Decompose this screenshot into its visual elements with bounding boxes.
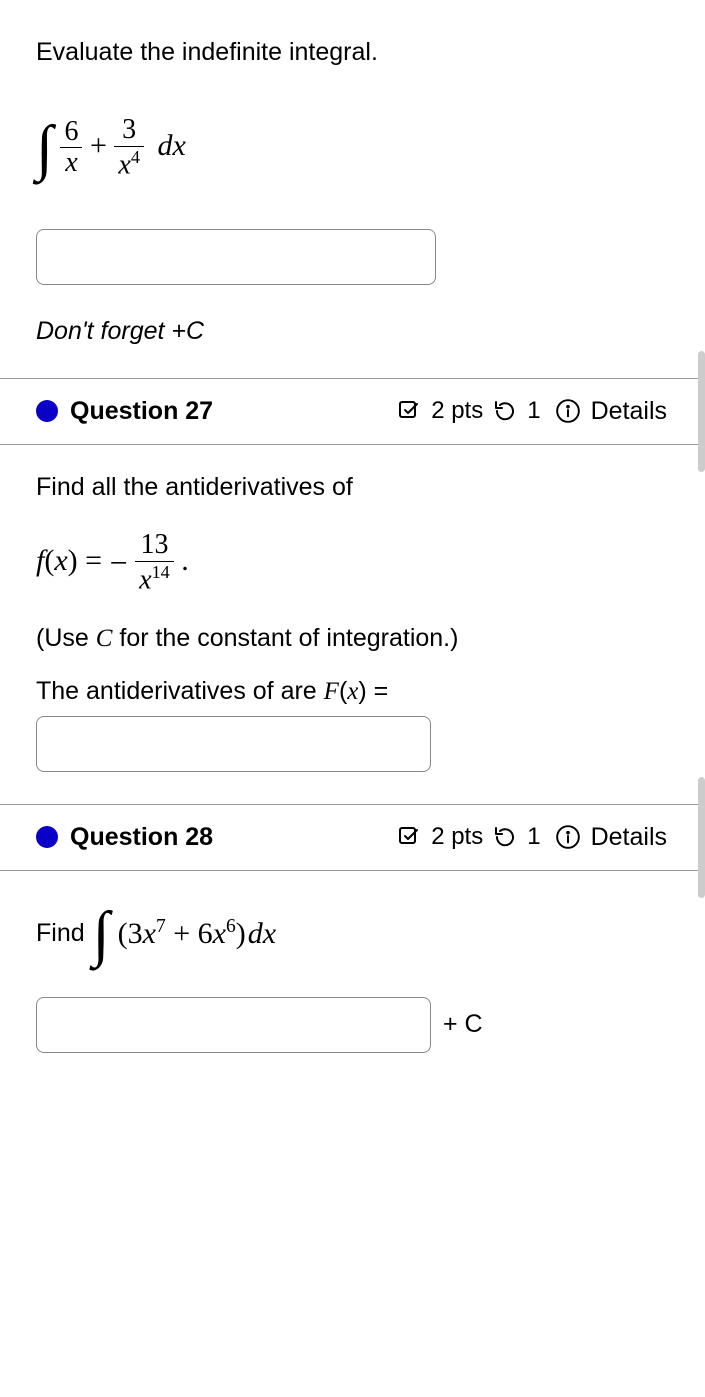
q28-answer-row: + C [36,997,669,1053]
status-dot-icon [36,400,58,422]
header-left: Question 28 [36,823,213,852]
info-icon[interactable] [555,398,581,424]
status-dot-icon [36,826,58,848]
q27-prompt: Find all the antiderivatives of [36,473,669,502]
fraction-3-over-x4: 3 x4 [114,115,144,181]
header-right: 2 pts 1 Details [397,823,683,852]
plus-c-suffix: + C [443,1010,483,1039]
retry-icon [493,399,517,423]
details-link[interactable]: Details [591,823,667,852]
q27-use-c-note: (Use C for the constant of integration.) [36,624,669,653]
period: . [181,544,189,577]
fraction-13-over-x14: 13 x14 [135,530,174,596]
header-right: 2 pts 1 Details [397,397,683,426]
details-link[interactable]: Details [591,397,667,426]
question-28-body: Find ∫ (3x7 + 6x6)dx + C [0,871,705,1085]
header-left: Question 27 [36,397,213,426]
numerator: 6 [60,117,82,149]
points-label: 2 pts [431,823,483,851]
q27-fx-expression: f(x) = − 13 x14 . [36,530,669,596]
numerator: 13 [135,530,174,562]
denominator: x [60,148,82,179]
integrand: (3x7 + 6x6)dx [118,916,276,951]
q27-answer-input[interactable] [36,716,431,772]
attempts-label: 1 [527,397,540,425]
q27-answer-label: The antiderivatives of are F(x) = [36,677,669,706]
question-28-header: Question 28 2 pts 1 Details [0,804,705,871]
question-26-body: Evaluate the indefinite integral. ∫ 6 x … [0,0,705,378]
question-27-header: Question 27 2 pts 1 Details [0,378,705,445]
denominator: x14 [135,562,174,596]
find-label: Find [36,919,85,948]
q26-answer-input[interactable] [36,229,436,285]
plus-symbol: + [90,129,114,162]
info-icon[interactable] [555,824,581,850]
numerator: 3 [114,115,144,147]
checkbox-icon [397,399,421,423]
question-title: Question 28 [70,823,213,852]
q28-answer-input[interactable] [36,997,431,1053]
question-title: Question 27 [70,397,213,426]
attempts-label: 1 [527,823,540,851]
integral-sign-icon: ∫ [93,903,110,965]
q26-prompt: Evaluate the indefinite integral. [36,38,669,67]
integral-sign-icon: ∫ [36,117,53,179]
minus-sign: − [110,544,128,580]
checkbox-icon [397,825,421,849]
denominator: x4 [114,147,144,181]
retry-icon [493,825,517,849]
q26-integral-expression: ∫ 6 x + 3 x4 dx [36,115,669,181]
question-27-body: Find all the antiderivatives of f(x) = −… [0,445,705,804]
dx-symbol: dx [157,129,185,162]
points-label: 2 pts [431,397,483,425]
fraction-6-over-x: 6 x [60,117,82,180]
q26-hint: Don't forget +C [36,317,669,346]
q28-find-expression: Find ∫ (3x7 + 6x6)dx [36,903,669,965]
